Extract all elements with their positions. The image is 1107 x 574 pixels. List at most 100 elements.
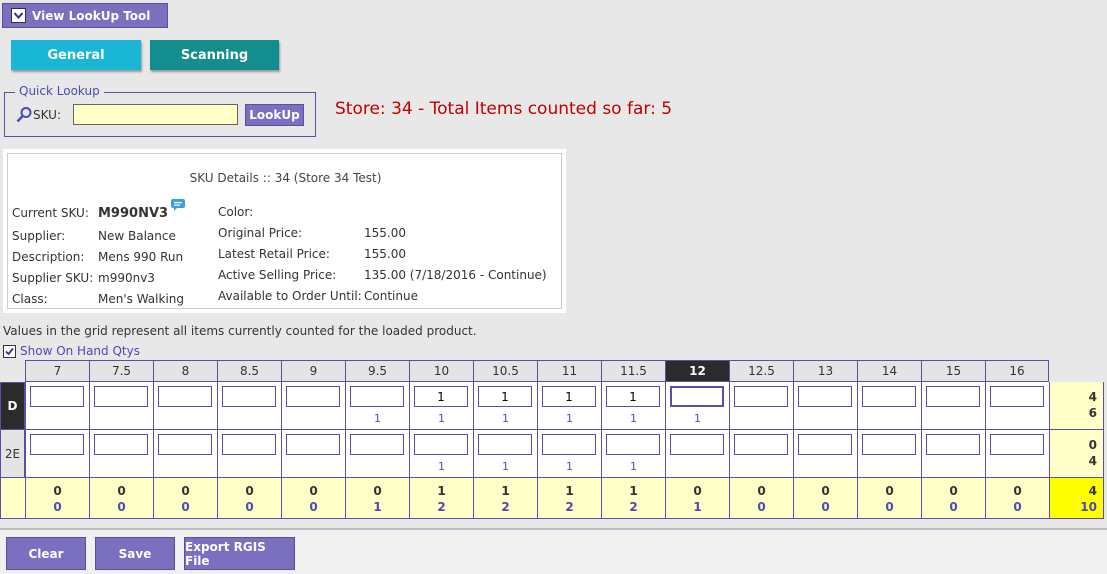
grand-total-count: 4 xyxy=(1088,484,1097,498)
count-input[interactable] xyxy=(222,386,276,407)
count-input[interactable] xyxy=(222,434,276,455)
column-total-count: 0 xyxy=(949,484,958,498)
show-on-hand-toggle[interactable]: Show On Hand Qtys xyxy=(3,344,140,358)
color-label: Color: xyxy=(218,205,254,219)
count-input[interactable] xyxy=(606,386,660,407)
grid-cell: 1 xyxy=(409,382,473,430)
grid-cell: 1 xyxy=(473,382,537,430)
column-total-count: 0 xyxy=(53,484,62,498)
count-input[interactable] xyxy=(990,434,1044,455)
row-total: 04 xyxy=(1049,430,1104,478)
on-hand-qty: 1 xyxy=(566,412,573,425)
grid-cell xyxy=(729,430,793,478)
count-input[interactable] xyxy=(734,386,788,407)
clear-button[interactable]: Clear xyxy=(6,537,86,570)
column-total: 01 xyxy=(345,478,409,519)
count-input[interactable] xyxy=(862,386,916,407)
view-lookup-tool-button[interactable]: View LookUp Tool xyxy=(2,3,168,28)
column-total: 00 xyxy=(729,478,793,519)
size-header: 13 xyxy=(793,360,857,382)
column-total-on-hand: 0 xyxy=(181,500,190,514)
column-total-on-hand: 2 xyxy=(565,500,574,514)
count-input[interactable] xyxy=(478,434,532,455)
count-input[interactable] xyxy=(286,386,340,407)
search-icon xyxy=(16,106,33,123)
on-hand-qty: 1 xyxy=(438,460,445,473)
column-total: 12 xyxy=(537,478,601,519)
class-label: Class: xyxy=(12,292,48,306)
count-input[interactable] xyxy=(990,386,1044,407)
export-rgis-button[interactable]: Export RGIS File xyxy=(184,537,295,570)
sku-input[interactable] xyxy=(73,104,238,125)
size-header: 7.5 xyxy=(89,360,153,382)
description-label: Description: xyxy=(12,250,85,264)
count-input[interactable] xyxy=(158,386,212,407)
size-header: 11.5 xyxy=(601,360,665,382)
column-total-on-hand: 2 xyxy=(501,500,510,514)
column-total-count: 1 xyxy=(565,484,574,498)
column-total: 00 xyxy=(793,478,857,519)
count-input[interactable] xyxy=(926,434,980,455)
column-total-count: 0 xyxy=(309,484,318,498)
latest-retail-price-value: 155.00 xyxy=(364,247,406,261)
column-total-count: 0 xyxy=(885,484,894,498)
count-input[interactable] xyxy=(542,434,596,455)
column-total: 00 xyxy=(89,478,153,519)
grid-cell xyxy=(153,382,217,430)
tab-scanning[interactable]: Scanning xyxy=(150,40,279,70)
column-total-count: 0 xyxy=(117,484,126,498)
grid-cell xyxy=(25,430,89,478)
count-input[interactable] xyxy=(798,386,852,407)
count-input[interactable] xyxy=(94,386,148,407)
checkbox-checked-icon[interactable] xyxy=(3,344,16,358)
size-header: 12 xyxy=(665,360,729,382)
column-total-on-hand: 1 xyxy=(693,500,702,514)
supplier-label: Supplier: xyxy=(12,229,66,243)
count-input[interactable] xyxy=(286,434,340,455)
size-header: 14 xyxy=(857,360,921,382)
save-button[interactable]: Save xyxy=(95,537,175,570)
column-total-count: 1 xyxy=(629,484,638,498)
column-total-count: 0 xyxy=(181,484,190,498)
class-value: Men's Walking xyxy=(98,292,184,306)
row-total-on-hand: 6 xyxy=(1088,406,1097,420)
count-input[interactable] xyxy=(94,434,148,455)
column-total-count: 0 xyxy=(245,484,254,498)
column-total: 12 xyxy=(601,478,665,519)
count-input[interactable] xyxy=(734,434,788,455)
grid-cell: 1 xyxy=(345,382,409,430)
grid-cell: 1 xyxy=(601,382,665,430)
count-input[interactable] xyxy=(414,386,468,407)
count-input[interactable] xyxy=(30,386,84,407)
grid-cell xyxy=(281,430,345,478)
on-hand-qty: 1 xyxy=(694,412,701,425)
count-input[interactable] xyxy=(542,386,596,407)
size-header: 10.5 xyxy=(473,360,537,382)
grid-cell xyxy=(921,430,985,478)
tab-general[interactable]: General xyxy=(11,40,141,70)
column-total-count: 1 xyxy=(437,484,446,498)
grid-cell xyxy=(857,382,921,430)
count-input[interactable] xyxy=(798,434,852,455)
count-input[interactable] xyxy=(478,386,532,407)
row-total-count: 4 xyxy=(1088,390,1097,404)
count-input[interactable] xyxy=(414,434,468,455)
count-input[interactable] xyxy=(158,434,212,455)
width-label: D xyxy=(0,382,25,430)
column-total-on-hand: 0 xyxy=(757,500,766,514)
count-input[interactable] xyxy=(862,434,916,455)
count-input[interactable] xyxy=(926,386,980,407)
count-input[interactable] xyxy=(670,434,724,455)
count-input[interactable] xyxy=(350,386,404,407)
count-input[interactable] xyxy=(350,434,404,455)
count-input[interactable] xyxy=(606,434,660,455)
grid-cell xyxy=(729,382,793,430)
column-total-on-hand: 0 xyxy=(245,500,254,514)
count-input[interactable] xyxy=(30,434,84,455)
count-input[interactable] xyxy=(670,386,724,407)
column-total-on-hand: 1 xyxy=(373,500,382,514)
lookup-button[interactable]: LookUp xyxy=(245,104,304,126)
chat-bubble-icon[interactable] xyxy=(170,198,186,212)
grid-cell xyxy=(985,382,1049,430)
column-total: 00 xyxy=(857,478,921,519)
